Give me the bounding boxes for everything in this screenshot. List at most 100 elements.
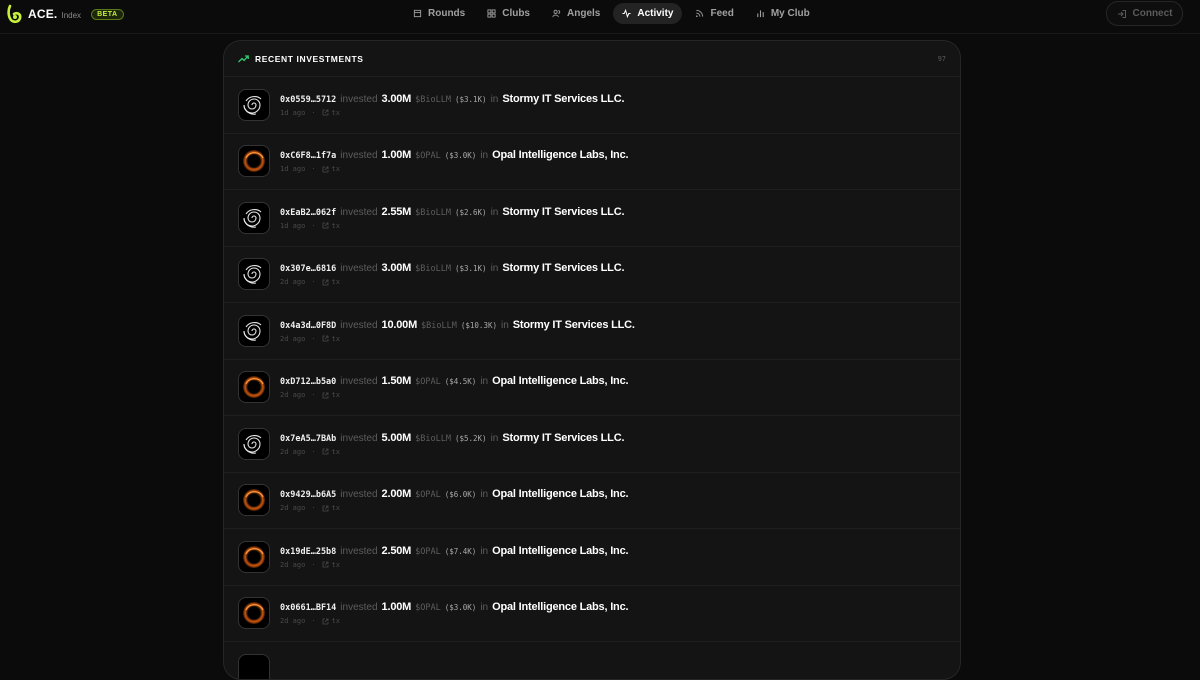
investment-row[interactable]: 0xD712…b5a0 invested 1.50M $OPAL ($4.5K) in Op…	[224, 360, 960, 416]
stormy-logo-icon[interactable]	[238, 88, 270, 121]
usd-value: ($3.0K)	[444, 151, 477, 161]
timestamp: 1d ago	[280, 165, 306, 174]
investment-row[interactable]: 0x4a3d…0F8D invested 10.00M $BioLLM ($10.3K)…	[224, 303, 960, 360]
investment-row[interactable]: 0x307e…6816 invested 3.00M $BioLLM ($3.1K) in…	[224, 247, 960, 303]
company-name[interactable]: Opal Intelligence Labs, Inc.	[492, 545, 628, 557]
investment-meta: 1d ago · tx	[280, 109, 624, 117]
company-name[interactable]: Stormy IT Services LLC.	[502, 206, 624, 218]
nav-activity-label: Activity	[637, 8, 674, 19]
connect-label: Connect	[1132, 8, 1173, 19]
nav-angels[interactable]: Angels	[543, 3, 609, 24]
connect-button[interactable]: Connect	[1106, 1, 1183, 26]
tx-link[interactable]: tx	[322, 335, 340, 343]
in-label: in	[480, 376, 489, 388]
investment-count: 97	[937, 54, 946, 63]
tx-label: tx	[331, 108, 340, 117]
brand[interactable]: ACE. Index BETA	[6, 4, 124, 24]
company-name[interactable]: Stormy IT Services LLC.	[513, 319, 635, 331]
opal-logo-icon[interactable]	[238, 145, 270, 178]
investment-row[interactable]: 0x19dE…25b8 invested 2.50M $OPAL ($7.4K) in Op…	[224, 529, 960, 586]
opal-logo-icon[interactable]	[238, 371, 270, 404]
invested-label: invested	[340, 602, 378, 614]
tx-link[interactable]: tx	[322, 391, 340, 399]
external-link-icon	[322, 166, 328, 173]
timestamp: 2d ago	[280, 617, 306, 626]
token-symbol: $BioLLM	[415, 94, 451, 105]
tx-label: tx	[331, 334, 340, 343]
investment-amount: 2.55M	[381, 205, 412, 218]
company-name[interactable]: Stormy IT Services LLC.	[502, 262, 624, 274]
investment-amount: 3.00M	[381, 92, 412, 105]
investor-address[interactable]: 0xC6F8…1f7a	[280, 151, 336, 161]
company-name[interactable]: Stormy IT Services LLC.	[502, 93, 624, 105]
stormy-logo-icon[interactable]	[238, 258, 270, 291]
investment-row[interactable]: 0x0661…BF14 invested 1.00M $OPAL ($3.0K) in Op…	[224, 586, 960, 642]
opal-logo-icon[interactable]	[238, 597, 270, 630]
tx-link[interactable]: tx	[322, 561, 340, 569]
investments-list: 0x0559…5712 invested 3.00M $BioLLM ($3.1K) in…	[224, 77, 960, 642]
stormy-logo-icon[interactable]	[238, 314, 270, 347]
token-symbol: $OPAL	[415, 546, 441, 557]
timestamp: 2d ago	[280, 334, 306, 343]
investment-meta: 2d ago · tx	[280, 504, 628, 512]
investment-meta: 2d ago · tx	[280, 617, 628, 625]
opal-logo-icon[interactable]	[238, 540, 270, 573]
in-label: in	[490, 93, 499, 105]
investment-amount: 3.00M	[381, 262, 412, 275]
opal-logo-icon[interactable]	[238, 484, 270, 517]
investor-address[interactable]: 0x307e…6816	[280, 264, 336, 274]
invested-label: invested	[340, 489, 378, 501]
tx-link[interactable]: tx	[322, 165, 340, 173]
top-navbar: ACE. Index BETA Rounds Clubs Angels Acti…	[0, 0, 1200, 34]
invested-label: invested	[340, 432, 378, 444]
investment-amount: 10.00M	[381, 318, 418, 331]
investor-address[interactable]: 0x19dE…25b8	[280, 547, 336, 557]
tx-link[interactable]: tx	[322, 109, 340, 117]
investment-row[interactable]: 0xEaB2…062f invested 2.55M $BioLLM ($2.6K) in…	[224, 190, 960, 247]
investment-info: 0x307e…6816 invested 3.00M $BioLLM ($3.1K) in…	[280, 262, 625, 286]
company-name[interactable]: Opal Intelligence Labs, Inc.	[492, 375, 628, 387]
investment-amount: 2.00M	[381, 488, 412, 501]
investor-address[interactable]: 0x9429…b6A5	[280, 490, 336, 500]
investment-row[interactable]: 0x9429…b6A5 invested 2.00M $OPAL ($6.0K) in Op…	[224, 473, 960, 529]
investment-summary: 0x0661…BF14 invested 1.00M $OPAL ($3.0K) in Op…	[280, 601, 629, 614]
tx-label: tx	[331, 504, 340, 513]
tx-label: tx	[331, 560, 340, 569]
tx-link[interactable]: tx	[322, 278, 340, 286]
investment-info: 0x4a3d…0F8D invested 10.00M $BioLLM ($10.3K)…	[280, 319, 635, 343]
tx-link[interactable]: tx	[322, 222, 340, 230]
investment-summary: 0x307e…6816 invested 3.00M $BioLLM ($3.1K) in…	[280, 262, 625, 275]
stormy-logo-icon[interactable]	[238, 201, 270, 234]
separator-dot: ·	[311, 165, 316, 174]
tx-link[interactable]: tx	[322, 448, 340, 456]
stormy-logo-icon[interactable]	[238, 427, 270, 460]
nav-feed[interactable]: Feed	[686, 3, 742, 24]
investment-row[interactable]: 0xC6F8…1f7a invested 1.00M $OPAL ($3.0K) in Op…	[224, 134, 960, 190]
investor-address[interactable]: 0x0559…5712	[280, 95, 336, 105]
investor-address[interactable]: 0x4a3d…0F8D	[280, 321, 336, 331]
external-link-icon	[322, 505, 328, 512]
investor-address[interactable]: 0x7eA5…7BAb	[280, 434, 336, 444]
investment-row[interactable]: 0x7eA5…7BAb invested 5.00M $BioLLM ($5.2K) in…	[224, 416, 960, 473]
investor-address[interactable]: 0x0661…BF14	[280, 603, 336, 613]
investment-summary: 0xD712…b5a0 invested 1.50M $OPAL ($4.5K) in Op…	[280, 375, 629, 388]
usd-value: ($4.5K)	[444, 377, 477, 387]
nav-rounds[interactable]: Rounds	[404, 3, 474, 24]
invested-label: invested	[340, 150, 378, 162]
company-name[interactable]: Opal Intelligence Labs, Inc.	[492, 149, 628, 161]
company-name[interactable]: Opal Intelligence Labs, Inc.	[492, 601, 628, 613]
investor-address[interactable]: 0xD712…b5a0	[280, 377, 336, 387]
nav-clubs[interactable]: Clubs	[478, 3, 539, 24]
nav-my-club[interactable]: My Club	[747, 3, 819, 24]
tx-link[interactable]: tx	[322, 504, 340, 512]
in-label: in	[480, 150, 489, 162]
tx-link[interactable]: tx	[322, 617, 340, 625]
investment-row[interactable]: 0x0559…5712 invested 3.00M $BioLLM ($3.1K) in…	[224, 77, 960, 134]
nav-activity[interactable]: Activity	[613, 3, 683, 24]
company-name[interactable]: Stormy IT Services LLC.	[502, 432, 624, 444]
main-nav: Rounds Clubs Angels Activity Feed My Clu…	[404, 3, 819, 24]
investment-amount: 1.00M	[381, 149, 412, 162]
investor-address[interactable]: 0xEaB2…062f	[280, 208, 336, 218]
investment-summary: 0x0559…5712 invested 3.00M $BioLLM ($3.1K) in…	[280, 92, 625, 105]
company-name[interactable]: Opal Intelligence Labs, Inc.	[492, 488, 628, 500]
